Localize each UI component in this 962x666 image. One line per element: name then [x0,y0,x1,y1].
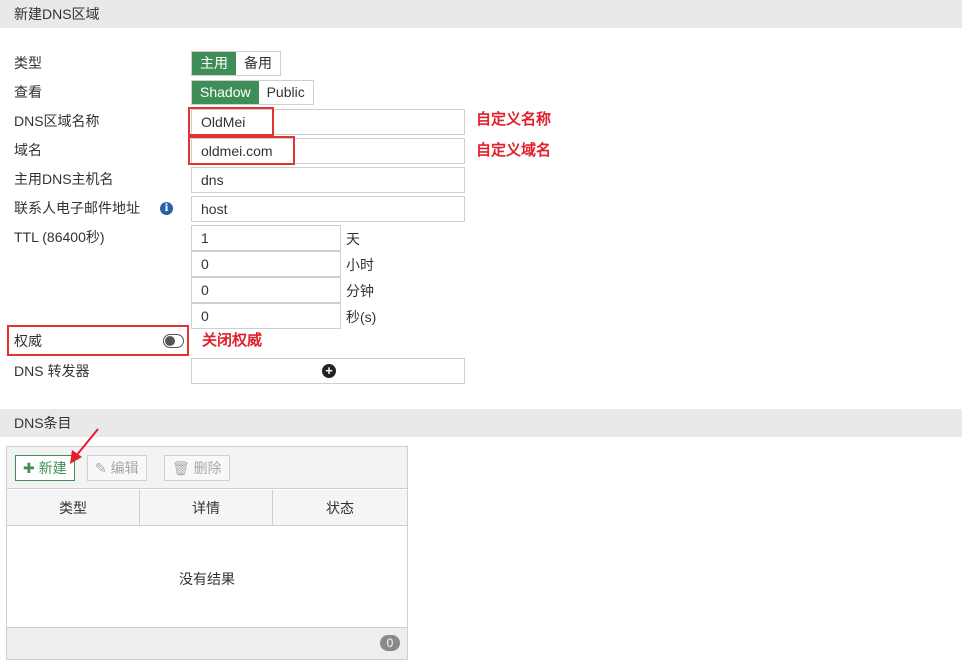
view-label: 查看 [14,84,42,100]
ttl-minutes-unit: 分钟 [346,283,374,299]
zone-name-annotation: 自定义名称 [476,111,552,128]
column-header-details[interactable]: 详情 [140,490,273,526]
entries-table: ✚ 新建 ✎ 编辑 🗑 删除 类型 详情 状态 没有结果 0 [6,446,408,660]
arrow-annotation-icon [70,428,99,464]
contact-email-input[interactable]: host [191,196,465,222]
type-label: 类型 [14,55,42,71]
entries-section-bar: DNS条目 [0,409,962,437]
column-header-type[interactable]: 类型 [7,490,140,526]
edit-entry-label: 编辑 [110,460,139,476]
zone-name-label: DNS区域名称 [14,113,100,129]
empty-results-text: 没有结果 [179,571,235,587]
trash-icon: 🗑 [172,460,190,476]
view-segmented-control: Shadow Public [191,80,314,105]
view-shadow-option[interactable]: Shadow [192,81,259,104]
forwarder-add-field[interactable]: + [191,358,465,384]
plus-circle-icon[interactable]: + [322,364,336,378]
plus-icon: ✚ [23,460,35,476]
primary-host-input[interactable]: dns [191,167,465,193]
authoritative-annotation: 关闭权威 [202,332,263,349]
primary-host-label: 主用DNS主机名 [14,171,114,187]
result-count-badge: 0 [380,635,400,651]
domain-label: 域名 [14,142,42,158]
type-secondary-option[interactable]: 备用 [236,52,280,75]
ttl-minutes-input[interactable]: 0 [191,277,341,303]
domain-annotation: 自定义域名 [476,142,552,159]
ttl-hours-input[interactable]: 0 [191,251,341,277]
forwarder-label: DNS 转发器 [14,363,90,379]
delete-entry-button[interactable]: 🗑 删除 [164,455,230,481]
table-footer: 0 [7,627,407,659]
column-header-status[interactable]: 状态 [273,490,407,526]
type-primary-option[interactable]: 主用 [192,52,236,75]
contact-email-label: 联系人电子邮件地址 [14,200,140,216]
type-segmented-control: 主用 备用 [191,51,281,76]
ttl-label: TTL (86400秒) [14,229,105,245]
ttl-seconds-unit: 秒(s) [346,309,377,325]
info-icon[interactable]: i [160,202,173,215]
ttl-hours-unit: 小时 [346,257,374,273]
page-title: 新建DNS区域 [14,6,100,22]
ttl-days-input[interactable]: 1 [191,225,341,251]
view-public-option[interactable]: Public [259,81,313,104]
delete-entry-label: 删除 [193,460,222,476]
authoritative-highlight-box [7,325,189,356]
domain-highlight-box [188,136,295,165]
zone-name-highlight-box [188,107,274,136]
ttl-seconds-input[interactable]: 0 [191,303,341,329]
ttl-days-unit: 天 [346,231,360,247]
page-title-bar: 新建DNS区域 [0,0,962,28]
